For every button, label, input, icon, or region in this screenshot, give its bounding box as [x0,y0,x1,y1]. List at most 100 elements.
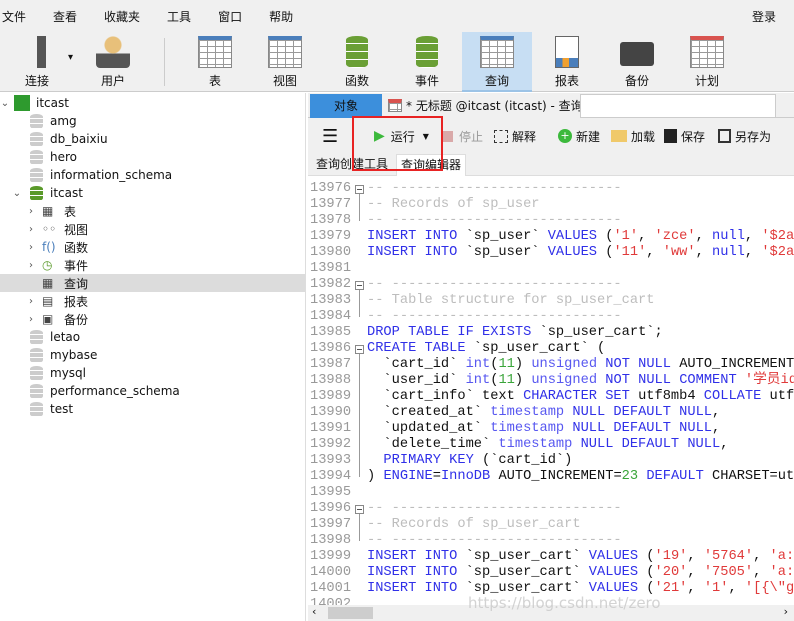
line-number: 13989 [310,389,352,404]
code-line: 13981 [308,261,794,277]
tree-item-event[interactable]: › ◷ 事件 [0,256,305,274]
chevron-right-icon[interactable]: › [26,296,36,307]
save-button[interactable]: 保存 [664,126,705,146]
toolbar-connection-button[interactable]: 连接 ▾ [2,32,73,92]
chevron-down-icon[interactable]: ▼ [423,132,429,141]
database-performance_schema[interactable]: performance_schema [0,382,305,400]
chevron-right-icon[interactable]: › [26,242,36,253]
database-amg[interactable]: amg [0,112,305,130]
schedule-icon [690,36,724,68]
chevron-right-icon[interactable]: › [26,260,36,271]
menu-button[interactable]: ☰ [322,126,338,147]
toolbar-view-button[interactable]: 视图 [250,32,320,92]
database-icon [30,330,43,345]
run-button[interactable]: ▶ 运行 ▼ [374,126,429,146]
connection-itcast[interactable]: ⌄ itcast [0,94,305,112]
load-button[interactable]: 加载 [611,126,655,146]
code-text: -- ---------------------------- [367,181,622,196]
event-icon [416,36,438,68]
menu-window[interactable]: 窗口 [216,8,242,25]
tree-item-query[interactable]: ▦ 查询 [0,274,305,292]
line-number: 13982 [310,277,352,292]
tree-item-report[interactable]: › ▤ 报表 [0,292,305,310]
line-number: 13990 [310,405,352,420]
database-mysql[interactable]: mysql [0,364,305,382]
tree-item-view[interactable]: › ◦◦ 视图 [0,220,305,238]
connection-tree[interactable]: ⌄ itcast amg db_baixiu hero information_schem… [0,93,306,621]
database-information_schema[interactable]: information_schema [0,166,305,184]
table-icon: ▦ [42,204,54,218]
database-letao[interactable]: letao [0,328,305,346]
menu-favorites[interactable]: 收藏夹 [102,8,140,25]
tab-query-editor[interactable]: 查询编辑器 [396,154,467,176]
code-line: 13987 `cart_id` int(11) unsigned NOT NUL… [308,357,794,373]
chevron-down-icon[interactable]: ⌄ [12,188,22,199]
line-number: 13992 [310,437,352,452]
explain-button[interactable]: 解释 [494,126,536,146]
database-icon [30,186,43,201]
fold-toggle-icon[interactable] [355,505,364,514]
toolbar-label: 事件 [414,74,439,88]
line-number: 13993 [310,453,352,468]
toolbar-event-button[interactable]: 事件 [392,32,462,92]
sql-editor[interactable]: 13976 -- ---------------------------- 1397… [308,177,794,605]
chevron-right-icon[interactable]: › [26,314,36,325]
code-text: INSERT INTO `sp_user_cart` VALUES ('20',… [367,565,794,580]
tree-item-backup[interactable]: › ▣ 备份 [0,310,305,328]
tree-item-table[interactable]: › ▦ 表 [0,202,305,220]
menu-help[interactable]: 帮助 [267,8,293,25]
toolbar-report-button[interactable]: 报表 [532,32,602,92]
database-itcast[interactable]: ⌄ itcast [0,184,305,202]
code-line: 13999 INSERT INTO `sp_user_cart` VALUES (… [308,549,794,565]
new-button[interactable]: + 新建 [558,126,600,146]
tree-label: itcast [36,96,69,110]
database-db_baixiu[interactable]: db_baixiu [0,130,305,148]
save-as-button[interactable]: 另存为 [718,126,771,146]
database-hero[interactable]: hero [0,148,305,166]
login-button[interactable]: 登录 [752,8,776,25]
function-icon: f() [42,240,56,254]
database-test[interactable]: test [0,400,305,418]
line-number: 13996 [310,501,352,516]
stop-button[interactable]: 停止 [442,126,483,146]
code-text: `cart_id` int(11) unsigned NOT NULL AUTO… [367,357,794,372]
fold-toggle-icon[interactable] [355,345,364,354]
line-number: 14001 [310,581,352,596]
toolbar-label: 查询 [484,74,509,88]
line-number: 13980 [310,245,352,260]
backup-icon: ▣ [42,312,54,326]
tree-item-function[interactable]: › f() 函数 [0,238,305,256]
chevron-right-icon[interactable]: › [26,206,36,217]
code-line: 13994) ENGINE=InnoDB AUTO_INCREMENT=23 D… [308,469,794,485]
line-number: 13995 [310,485,352,500]
database-mybase[interactable]: mybase [0,346,305,364]
tab-query[interactable]: * 无标题 @itcast (itcast) - 查询 [382,94,583,118]
query-icon [480,36,514,68]
fold-toggle-icon[interactable] [355,185,364,194]
menu-view[interactable]: 查看 [51,8,77,25]
code-line: 13977 -- Records of sp_user [308,197,794,213]
view-icon [268,36,302,68]
toolbar-user-button[interactable]: 用户 [78,32,148,92]
fold-guide [359,290,360,317]
chevron-down-icon[interactable]: ⌄ [0,98,10,109]
toolbar-table-button[interactable]: 表 [180,32,250,92]
fold-toggle-icon[interactable] [355,281,364,290]
toolbar-backup-button[interactable]: 备份 [602,32,672,92]
scroll-right-icon[interactable]: › [784,605,788,618]
tab-query-builder[interactable]: 查询创建工具 [312,154,392,176]
menu-file[interactable]: 文件 [0,8,26,25]
tab-objects[interactable]: 对象 [310,94,382,118]
code-text: CREATE TABLE `sp_user_cart` ( [367,341,606,356]
toolbar-function-button[interactable]: 函数 [322,32,392,92]
toolbar-query-button[interactable]: 查询 [462,32,532,92]
menu-tools[interactable]: 工具 [165,8,191,25]
toolbar-schedule-button[interactable]: 计划 [672,32,742,92]
chevron-right-icon[interactable]: › [26,224,36,235]
code-text: INSERT INTO `sp_user` VALUES ('1', 'zce'… [367,229,794,244]
scrollbar-thumb[interactable] [328,607,373,619]
scroll-left-icon[interactable]: ‹ [312,605,316,618]
code-line: 14000 INSERT INTO `sp_user_cart` VALUES (… [308,565,794,581]
stop-label: 停止 [459,129,484,144]
chevron-down-icon[interactable]: ▾ [68,52,73,63]
